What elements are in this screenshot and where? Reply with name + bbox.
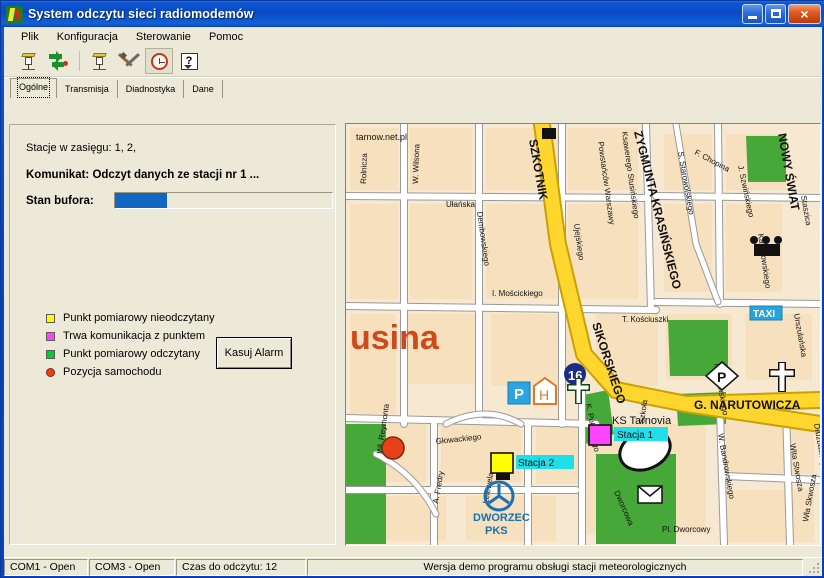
menu-sterowanie[interactable]: Sterowanie [127,29,200,45]
legend-item: Trwa komunikacja z punktem [46,328,215,344]
legend-item: Punkt pomiarowy nieodczytany [46,310,215,326]
info-panel: Stacje w zasięgu: 1, 2, Komunikat: Odczy… [9,124,336,545]
legend-label: Punkt pomiarowy odczytany [63,348,200,360]
timer-button[interactable] [145,48,173,74]
help-button[interactable]: ? [175,48,203,74]
legend-item: Punkt pomiarowy odczytany [46,346,215,362]
clear-alarm-button[interactable]: Kasuj Alarm [216,337,292,369]
svg-text:Rolnicza: Rolnicza [359,153,369,185]
city-map[interactable]: .blk{fill:#f7e0bd;stroke:none} .grn{fill… [346,124,820,545]
svg-text:Pl. Dworcowy: Pl. Dworcowy [662,525,710,534]
antenna-icon [89,51,109,71]
clock-icon [150,52,168,70]
application-window: System odczytu sieci radiomodemów × Plik… [0,0,824,578]
status-version: Wersja demo programu obsługi stacji mete… [307,558,803,576]
svg-text:I. Mościckiego: I. Mościckiego [492,289,543,298]
buffer-label: Stan bufora: [26,195,94,207]
svg-text:KS Tarnovia: KS Tarnovia [612,415,672,427]
legend-swatch-not-read [46,313,55,323]
tab-label: Diadnostyka [125,84,176,94]
title-bar: System odczytu sieci radiomodemów × [1,1,824,27]
tab-strip: Ogólne Transmisja Diadnostyka Dane [4,77,822,98]
status-com3: COM3 - Open [89,558,175,576]
status-com1: COM1 - Open [4,558,88,576]
tab-label: Transmisja [65,84,109,94]
legend-swatch-vehicle [46,367,55,377]
maximize-button[interactable] [765,4,786,24]
post-office-envelope-icon [637,485,663,504]
tab-dane[interactable]: Dane [184,80,223,98]
tools-icon [117,51,141,70]
toolbar-separator [79,51,80,71]
map-city-label: usina [350,319,440,357]
landmark-icon-top [542,128,556,139]
svg-text:T. Kościuszki: T. Kościuszki [622,315,668,324]
tab-transmisja[interactable]: Transmisja [57,80,118,98]
read-station-button[interactable] [14,48,42,74]
legend-swatch-communicating [46,331,55,341]
buffer-progress-fill [115,193,168,208]
read-all-button[interactable] [85,48,113,74]
parking-sign-left: P [507,381,531,405]
tab-label: Ogólne [16,77,51,98]
map-watermark: tarnow.net.pl [356,132,407,142]
legend: Punkt pomiarowy nieodczytany Trwa komuni… [46,310,215,382]
tab-label: Dane [192,84,214,94]
svg-text:P: P [514,386,524,403]
legend-item: Pozycja samochodu [46,364,215,380]
svg-text:Stacja 1: Stacja 1 [617,430,654,441]
tab-ogolne[interactable]: Ogólne [10,77,58,98]
status-countdown: Czas do odczytu: 12 [176,558,306,576]
help-icon: ? [180,52,198,70]
legend-label: Punkt pomiarowy nieodczytany [63,312,215,324]
svg-text:TAXI: TAXI [753,309,775,320]
toolbar: ? [4,46,822,77]
taxi-sign: TAXI [749,305,783,321]
legend-label: Pozycja samochodu [63,366,162,378]
buffer-progress-bar [114,192,333,209]
client-area: Plik Konfiguracja Sterowanie Pomoc ? Ogó… [4,27,822,576]
menu-plik[interactable]: Plik [12,29,48,45]
resize-grip[interactable] [806,560,820,574]
close-button[interactable]: × [788,4,821,24]
komunikat-message: Komunikat: Odczyt danych ze stacji nr 1 … [26,169,260,181]
window-controls: × [742,4,821,24]
menu-bar: Plik Konfiguracja Sterowanie Pomoc [4,27,822,46]
tab-diadnostyka[interactable]: Diadnostyka [117,80,185,98]
svg-text:H: H [539,387,549,403]
svg-text:Ułańska: Ułańska [446,200,475,209]
minimize-button[interactable] [742,4,763,24]
window-title: System odczytu sieci radiomodemów [28,7,254,21]
svg-text:Stacja 2: Stacja 2 [518,458,555,469]
transmit-button[interactable] [44,48,72,74]
legend-label: Trwa komunikacja z punktem [63,330,206,342]
radio-tower-icon [6,5,23,23]
railway-icon [750,236,782,256]
svg-text:G. NARUTOWICZA: G. NARUTOWICZA [694,398,801,412]
window-frame: System odczytu sieci radiomodemów × Plik… [0,0,824,578]
settings-button[interactable] [115,48,143,74]
antenna-icon [18,51,38,71]
svg-text:P: P [717,369,726,385]
menu-konfiguracja[interactable]: Konfiguracja [48,29,127,45]
svg-text:PKS: PKS [485,525,508,537]
map-view[interactable]: .blk{fill:#f7e0bd;stroke:none} .grn{fill… [345,123,821,546]
vehicle-position-marker [381,436,405,460]
menu-pomoc[interactable]: Pomoc [200,29,252,45]
stations-in-range: Stacje w zasięgu: 1, 2, [26,142,137,154]
transmit-arrows-icon [48,51,68,71]
close-icon: × [800,6,809,22]
status-bar: COM1 - Open COM3 - Open Czas do odczytu:… [4,557,822,576]
legend-swatch-read [46,349,55,359]
svg-text:DWORZEC: DWORZEC [473,512,530,524]
svg-text:W. Wilsona: W. Wilsona [411,143,421,184]
panel-body: Stacje w zasięgu: 1, 2, Komunikat: Odczy… [4,121,822,551]
